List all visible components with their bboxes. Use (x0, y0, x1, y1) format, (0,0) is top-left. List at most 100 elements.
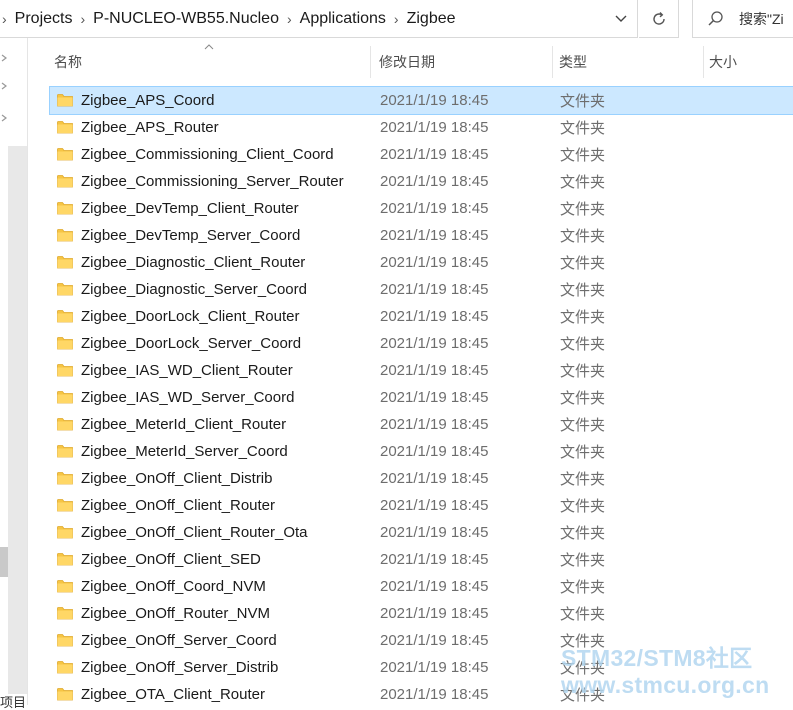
file-row[interactable]: Zigbee_IAS_WD_Client_Router 2021/1/19 18:… (50, 357, 793, 384)
file-type: 文件夹 (560, 309, 606, 326)
file-row[interactable]: Zigbee_DoorLock_Client_Router 2021/1/19 1… (50, 303, 793, 330)
chevron-right-icon[interactable] (0, 114, 8, 122)
file-name[interactable]: Zigbee_OnOff_Client_SED (81, 551, 261, 568)
file-name[interactable]: Zigbee_Diagnostic_Client_Router (81, 254, 305, 271)
file-name[interactable]: Zigbee_APS_Router (81, 119, 219, 136)
folder-icon (57, 553, 73, 566)
file-modified-date: 2021/1/19 18:45 (380, 227, 489, 244)
file-row[interactable]: Zigbee_APS_Coord 2021/1/19 18:45 文件夹 (49, 86, 793, 115)
file-row[interactable]: Zigbee_OnOff_Client_Distrib 2021/1/19 18:… (50, 465, 793, 492)
folder-icon (57, 634, 73, 647)
breadcrumb-projects[interactable]: Projects (15, 10, 73, 28)
file-row[interactable]: Zigbee_MeterId_Server_Coord 2021/1/19 18:… (50, 438, 793, 465)
file-type: 文件夹 (560, 201, 606, 218)
file-type: 文件夹 (560, 444, 606, 461)
folder-icon (57, 310, 73, 323)
address-bar[interactable]: › Projects › P-NUCLEO-WB55.Nucleo › Appl… (0, 0, 638, 38)
file-type: 文件夹 (560, 498, 606, 515)
file-name[interactable]: Zigbee_Commissioning_Server_Router (81, 173, 344, 190)
file-name[interactable]: Zigbee_OnOff_Client_Distrib (81, 470, 272, 487)
watermark-line1: STM32/STM8社区 (561, 645, 753, 671)
column-header-size[interactable]: 大小 (709, 38, 737, 86)
breadcrumb-zigbee[interactable]: Zigbee (407, 10, 456, 28)
file-name[interactable]: Zigbee_IAS_WD_Client_Router (81, 362, 293, 379)
folder-icon (57, 472, 73, 485)
column-divider[interactable] (370, 46, 371, 78)
folder-icon (57, 202, 73, 215)
folder-icon (57, 229, 73, 242)
file-row[interactable]: Zigbee_Diagnostic_Server_Coord 2021/1/19 … (50, 276, 793, 303)
chevron-right-icon[interactable]: › (80, 11, 85, 27)
file-modified-date: 2021/1/19 18:45 (380, 497, 489, 514)
file-modified-date: 2021/1/19 18:45 (380, 281, 489, 298)
folder-icon (57, 175, 73, 188)
file-name[interactable]: Zigbee_Diagnostic_Server_Coord (81, 281, 307, 298)
file-name[interactable]: Zigbee_IAS_WD_Server_Coord (81, 389, 294, 406)
file-name[interactable]: Zigbee_OnOff_Coord_NVM (81, 578, 266, 595)
file-row[interactable]: Zigbee_Commissioning_Server_Router 2021/1… (50, 168, 793, 195)
folder-icon (57, 391, 73, 404)
column-header-type[interactable]: 类型 (559, 38, 587, 86)
file-name[interactable]: Zigbee_MeterId_Server_Coord (81, 443, 288, 460)
column-header-row: 名称 修改日期 类型 大小 (28, 38, 793, 86)
file-row[interactable]: Zigbee_DevTemp_Client_Router 2021/1/19 18… (50, 195, 793, 222)
column-header-date[interactable]: 修改日期 (379, 38, 435, 86)
chevron-right-icon[interactable] (0, 82, 8, 90)
file-row[interactable]: Zigbee_DevTemp_Server_Coord 2021/1/19 18:… (50, 222, 793, 249)
folder-icon (57, 148, 73, 161)
file-name[interactable]: Zigbee_OnOff_Client_Router_Ota (81, 524, 308, 541)
column-header-name[interactable]: 名称 (54, 38, 82, 86)
file-modified-date: 2021/1/19 18:45 (380, 605, 489, 622)
file-row[interactable]: Zigbee_OnOff_Client_Router_Ota 2021/1/19 … (50, 519, 793, 546)
file-modified-date: 2021/1/19 18:45 (380, 92, 489, 109)
file-name[interactable]: Zigbee_OnOff_Router_NVM (81, 605, 270, 622)
file-name[interactable]: Zigbee_DoorLock_Server_Coord (81, 335, 301, 352)
sort-ascending-icon (204, 44, 214, 50)
file-type: 文件夹 (560, 255, 606, 272)
file-row[interactable]: Zigbee_OnOff_Client_Router 2021/1/19 18:4… (50, 492, 793, 519)
file-name[interactable]: Zigbee_Commissioning_Client_Coord (81, 146, 334, 163)
file-type: 文件夹 (560, 336, 606, 353)
file-row[interactable]: Zigbee_DoorLock_Server_Coord 2021/1/19 18… (50, 330, 793, 357)
chevron-right-icon[interactable]: › (394, 11, 399, 27)
file-modified-date: 2021/1/19 18:45 (380, 146, 489, 163)
file-row[interactable]: Zigbee_OnOff_Coord_NVM 2021/1/19 18:45 文件夹 (50, 573, 793, 600)
file-type: 文件夹 (560, 552, 606, 569)
file-modified-date: 2021/1/19 18:45 (380, 173, 489, 190)
column-divider[interactable] (703, 46, 704, 78)
file-row[interactable]: Zigbee_IAS_WD_Server_Coord 2021/1/19 18:4… (50, 384, 793, 411)
navigation-pane (0, 38, 28, 705)
file-name[interactable]: Zigbee_OnOff_Server_Distrib (81, 659, 278, 676)
chevron-right-icon[interactable]: › (2, 11, 7, 27)
breadcrumb-applications[interactable]: Applications (300, 10, 386, 28)
column-divider[interactable] (552, 46, 553, 78)
file-row[interactable]: Zigbee_OnOff_Client_SED 2021/1/19 18:45 文件… (50, 546, 793, 573)
file-type: 文件夹 (560, 606, 606, 623)
file-modified-date: 2021/1/19 18:45 (380, 659, 489, 676)
file-name[interactable]: Zigbee_DevTemp_Client_Router (81, 200, 299, 217)
refresh-button[interactable] (639, 0, 679, 38)
file-name[interactable]: Zigbee_OnOff_Client_Router (81, 497, 275, 514)
file-row[interactable]: Zigbee_APS_Router 2021/1/19 18:45 文件夹 (50, 114, 793, 141)
file-name[interactable]: Zigbee_OnOff_Server_Coord (81, 632, 277, 649)
file-name[interactable]: Zigbee_DevTemp_Server_Coord (81, 227, 300, 244)
search-box[interactable]: 搜索"Zi (692, 0, 793, 38)
file-name[interactable]: Zigbee_OTA_Client_Router (81, 686, 265, 703)
file-modified-date: 2021/1/19 18:45 (380, 254, 489, 271)
file-name[interactable]: Zigbee_APS_Coord (81, 92, 214, 109)
file-name[interactable]: Zigbee_DoorLock_Client_Router (81, 308, 299, 325)
file-modified-date: 2021/1/19 18:45 (380, 578, 489, 595)
nav-scroll-thumb[interactable] (0, 547, 8, 577)
file-name[interactable]: Zigbee_MeterId_Client_Router (81, 416, 286, 433)
chevron-down-icon[interactable] (611, 9, 631, 29)
file-row[interactable]: Zigbee_Commissioning_Client_Coord 2021/1/… (50, 141, 793, 168)
folder-icon (57, 526, 73, 539)
file-row[interactable]: Zigbee_Diagnostic_Client_Router 2021/1/19… (50, 249, 793, 276)
folder-icon (57, 364, 73, 377)
breadcrumb-p-nucleo-wb55[interactable]: P-NUCLEO-WB55.Nucleo (93, 10, 279, 28)
file-row[interactable]: Zigbee_MeterId_Client_Router 2021/1/19 18… (50, 411, 793, 438)
file-row[interactable]: Zigbee_OnOff_Router_NVM 2021/1/19 18:45 文件… (50, 600, 793, 627)
chevron-right-icon[interactable] (0, 54, 8, 62)
chevron-right-icon[interactable]: › (287, 11, 292, 27)
nav-scrollbar[interactable] (8, 146, 27, 694)
